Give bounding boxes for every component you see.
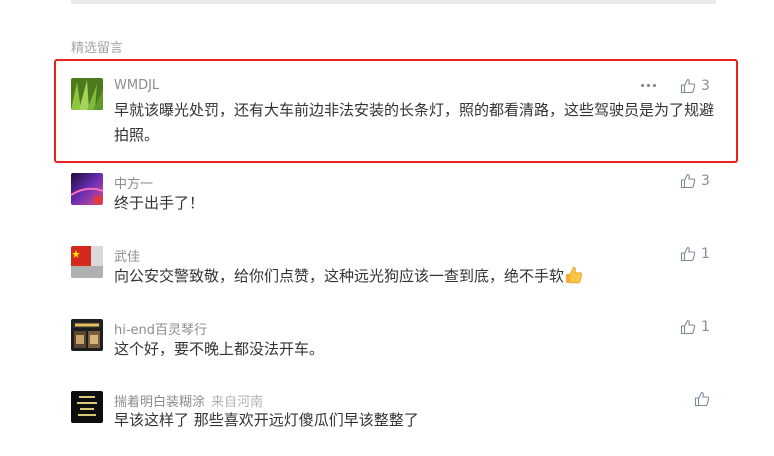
comment-text: 早就该曝光处罚，还有大车前边非法安装的长条灯，照的都看清路，这些驾驶员是为了规避… — [114, 101, 715, 144]
avatar[interactable] — [71, 246, 103, 278]
comment-item: 揣着明白装糊涂 来自河南 早该这样了 那些喜欢开远灯傻瓜们早该整整了 — [71, 391, 721, 441]
nickname[interactable]: hi-end百灵琴行 — [114, 319, 207, 338]
black-text-icon — [71, 391, 103, 423]
purple-gradient-icon — [71, 173, 103, 205]
like-button[interactable]: 3 — [680, 173, 710, 189]
like-button[interactable]: 3 — [680, 78, 710, 94]
nickname[interactable]: WMDJL — [114, 78, 159, 93]
comment-text: 早该这样了 那些喜欢开远灯傻瓜们早该整整了 — [114, 411, 419, 429]
thumbs-up-icon — [680, 173, 696, 189]
like-button[interactable]: 1 — [680, 319, 710, 335]
thumbs-up-icon — [680, 78, 696, 94]
top-divider — [71, 0, 716, 4]
avatar[interactable] — [71, 173, 103, 205]
like-button[interactable] — [694, 391, 710, 407]
thumbs-up-icon — [680, 246, 696, 262]
avatar[interactable] — [71, 78, 103, 110]
avatar[interactable] — [71, 391, 103, 423]
piano-store-icon — [71, 319, 103, 351]
comment-text: 终于出手了！ — [114, 194, 205, 212]
nickname[interactable]: 武佳 — [114, 246, 140, 265]
comment-item: 武佳 1 向公安交警致敬，给你们点赞，这种远光狗应该一查到底，绝不手软 — [71, 246, 721, 296]
comment-text: 向公安交警致敬，给你们点赞，这种远光狗应该一查到底，绝不手软 — [114, 264, 719, 289]
like-count: 1 — [701, 319, 710, 335]
green-leaf-icon — [71, 78, 103, 110]
like-count: 1 — [701, 246, 710, 262]
thumbs-up-emoji-icon — [566, 266, 583, 284]
avatar[interactable] — [71, 319, 103, 351]
china-flag-icon — [71, 246, 103, 278]
like-button[interactable]: 1 — [680, 246, 710, 262]
like-count: 3 — [701, 173, 710, 189]
comment-item: WMDJL 3 早就该曝光处罚，还有大车前边非法安装的长条灯，照的都看清路，这些… — [71, 78, 721, 148]
more-menu-icon[interactable] — [641, 84, 656, 87]
comment-item: 中方一 3 终于出手了！ — [71, 173, 721, 223]
like-count: 3 — [701, 78, 710, 94]
comment-text-content: 向公安交警致敬，给你们点赞，这种远光狗应该一查到底，绝不手软 — [114, 267, 565, 285]
thumbs-up-icon — [694, 391, 710, 407]
nickname[interactable]: 中方一 — [114, 173, 153, 192]
thumbs-up-icon — [680, 319, 696, 335]
comment-item: hi-end百灵琴行 1 这个好，要不晚上都没法开车。 — [71, 319, 721, 369]
section-title: 精选留言 — [71, 41, 124, 56]
comment-text: 这个好，要不晚上都没法开车。 — [114, 340, 325, 358]
